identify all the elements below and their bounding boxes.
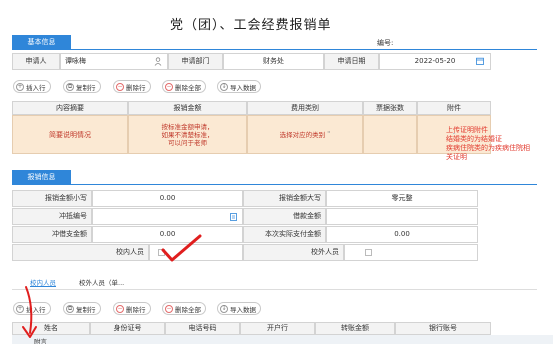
offset-no-field[interactable] [92,208,243,225]
section-rule [12,49,537,50]
import-icon: ↧ [220,304,228,313]
offset-amount-label: 冲借支金额 [12,226,92,243]
check-mark-icon [161,234,202,262]
calendar-icon[interactable] [476,57,484,67]
tab-external-staff[interactable]: 校外人员（单... [79,277,124,287]
copy-icon: ⧉ [66,304,74,313]
section-rule [12,184,537,185]
summary-hint: 简要说明情况 [49,130,91,139]
delete-all-icon: − [165,304,173,313]
import-data-button-2[interactable]: ↧ 导入数据 [217,302,261,315]
applicant-field[interactable]: 谭咏梅 [60,53,168,70]
col-phone-header: 电话号码 [165,322,240,335]
insert-row-button[interactable]: + 插入行 [13,80,51,93]
col-receipts-header: 票据张数 [363,101,417,115]
delete-all-button-2[interactable]: − 删除全部 [162,302,206,315]
amount-hint: 按标准金额申请， 如果不清楚标准， 可以问于老师 [161,122,214,147]
user-picker-icon[interactable] [154,57,162,68]
loan-label: 借款金额 [243,208,326,225]
col-account-header: 银行账号 [395,322,491,335]
copy-icon: ⧉ [66,82,74,91]
tab-divider [12,289,537,290]
delete-row-button-2[interactable]: − 删除行 [113,302,151,315]
delete-icon: − [116,82,124,91]
offset-no-label: 冲抵编号 [12,208,92,225]
pay-value: 0.00 [394,230,410,238]
date-field[interactable]: 2022-05-20 [379,53,491,70]
amount-small-field[interactable]: 0.00 [92,190,243,207]
amount-big-field: 零元整 [326,190,478,207]
page-title: 党（团）、工会经费报销单 [170,18,332,33]
tab-basic-info[interactable]: 基本信息 [12,35,71,50]
col-bank-header: 开户行 [240,322,315,335]
tab-reimburse-info[interactable]: 报销信息 [12,170,71,185]
amount-big-label: 报销金额大写 [243,190,326,207]
summary-cell[interactable]: 简要说明情况 [12,115,128,154]
reimbursement-form: 党（团）、工会经费报销单 编号: 基本信息 申请人 谭咏梅 申请部门 财务处 申… [0,0,553,344]
col-id-header: 身份证号 [90,322,165,335]
internal-staff-label: 校内人员 [12,244,149,261]
pay-label: 本次实际支付金额 [243,226,326,243]
amount-cell[interactable]: 按标准金额申请， 如果不清楚标准， 可以问于老师 [128,115,247,154]
applicant-value: 谭咏梅 [65,57,86,65]
amount-small-value: 0.00 [159,194,176,202]
amount-small-label: 报销金额小写 [12,190,92,207]
copy-row-button-2[interactable]: ⧉ 复制行 [63,302,101,315]
category-hint: 选择对应的类别 [279,130,326,139]
category-cell[interactable]: 选择对应的类别 " [247,115,363,154]
note-line: 关证明 [446,153,467,161]
delete-all-button[interactable]: − 删除全部 [162,80,206,93]
loan-field [326,208,478,225]
delete-icon: − [116,304,124,313]
col-transfer-header: 转账金额 [315,322,395,335]
external-staff-field[interactable] [344,244,478,261]
col-category-header: 费用类别 [247,101,363,115]
date-label: 申请日期 [324,53,379,70]
arrow-down-icon [22,286,37,338]
import-data-button[interactable]: ↧ 导入数据 [217,80,261,93]
amount-big-value: 零元整 [391,194,413,202]
note-line: 疾病住院类的为疾病住院相 [446,144,530,152]
external-staff-label: 校外人员 [243,244,344,261]
dept-field[interactable]: 财务处 [223,53,324,70]
serial-number-label: 编号: [377,39,394,47]
attachment-note: 上传证明附件 结婚类的为结婚证 疾病住院类的为疾病住院相 关证明 [446,126,530,162]
copy-row-button[interactable]: ⧉ 复制行 [63,80,101,93]
pay-field: 0.00 [326,226,478,243]
col-attachment-header: 附件 [417,101,491,115]
receipts-cell[interactable] [363,115,417,154]
category-extra: " [327,130,331,138]
note-line: 结婚类的为结婚证 [446,135,502,143]
col-amount-header: 报销金额 [128,101,247,115]
delete-row-button[interactable]: − 删除行 [113,80,151,93]
document-picker-icon[interactable] [230,213,237,223]
applicant-label: 申请人 [12,53,60,70]
dept-label: 申请部门 [168,53,223,70]
col-summary-header: 内容摘要 [12,101,128,115]
import-icon: ↧ [220,82,228,91]
date-value: 2022-05-20 [414,57,456,65]
plus-icon: + [16,82,24,91]
delete-all-icon: − [165,82,173,91]
bottom-row-strip [12,335,553,344]
note-line: 上传证明附件 [446,126,488,134]
external-staff-checkbox[interactable] [365,249,372,256]
dept-value: 财务处 [263,57,284,65]
